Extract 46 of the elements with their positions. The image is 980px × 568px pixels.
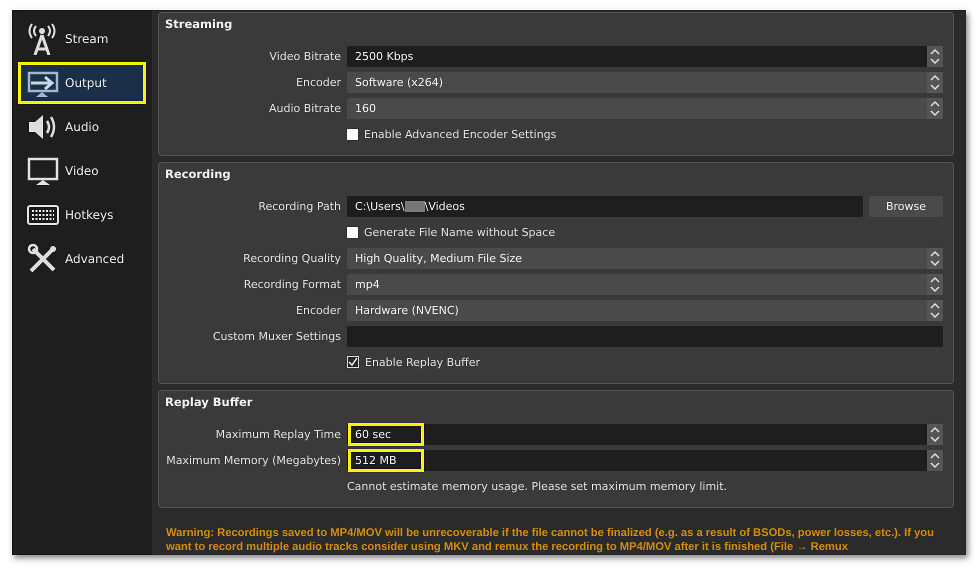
dropdown-arrows-icon[interactable] [927, 300, 943, 320]
spinner-arrows-icon[interactable] [927, 424, 943, 444]
warning-text: Warning: Recordings saved to MP4/MOV will be unrecoverable if the file cannot be finalized (e.g. as a result of BSODs, power losses, etc.). If you want to record multiple audio tracks consider using MKV and remux the recording to MP4/MOV after it is finished (File → Remux [165, 526, 935, 554]
monitor-icon [27, 155, 59, 187]
field-label: Maximum Memory (Megabytes) [165, 454, 341, 466]
sidebar-item[interactable]: Audio [18, 106, 146, 148]
input-field[interactable]: C:\Users\ \Videos [347, 196, 863, 216]
field-label: Recording Path [257, 200, 341, 212]
group-title: Replay Buffer [165, 395, 254, 409]
dropdown[interactable]: 160 [347, 98, 943, 118]
spin-field[interactable]: 2500 Kbps [347, 46, 943, 66]
input-field[interactable] [347, 326, 943, 346]
checkmark-icon [348, 357, 358, 367]
dropdown[interactable]: Hardware (NVENC) [347, 300, 943, 320]
dropdown-arrows-icon[interactable] [927, 274, 943, 294]
sidebar-item[interactable]: Output [18, 62, 146, 104]
spinner-arrows-icon[interactable] [927, 46, 943, 66]
dropdown-arrows-icon[interactable] [927, 72, 943, 92]
dropdown[interactable]: Software (x264) [347, 72, 943, 92]
sidebar-item[interactable]: Advanced [18, 238, 146, 280]
field-label: Encoder [295, 304, 341, 316]
field-label: Custom Muxer Settings [212, 330, 341, 342]
field-label: Encoder [295, 76, 341, 88]
browse-button[interactable]: Browse [869, 196, 943, 216]
field-label: Recording Format [242, 278, 341, 290]
dropdown-arrows-icon[interactable] [927, 248, 943, 268]
spin-field[interactable]: 60 sec [347, 424, 943, 444]
field-label: Video Bitrate [268, 50, 341, 62]
field-label: Audio Bitrate [268, 102, 341, 114]
dropdown[interactable]: High Quality, Medium File Size [347, 248, 943, 268]
sidebar-item[interactable]: Hotkeys [18, 194, 146, 236]
group-title: Streaming [165, 17, 234, 31]
checkbox[interactable]: Enable Replay Buffer [347, 356, 943, 368]
group-title: Recording [165, 167, 232, 181]
checkbox[interactable]: Enable Advanced Encoder Settings [347, 128, 943, 140]
sidebar-item[interactable]: Video [18, 150, 146, 192]
spin-field[interactable]: 512 MB [347, 450, 943, 470]
dropdown-arrows-icon[interactable] [927, 98, 943, 118]
tools-icon [27, 243, 59, 275]
field-label: Recording Quality [242, 252, 341, 264]
spinner-arrows-icon[interactable] [927, 450, 943, 470]
checkbox[interactable]: Generate File Name without Space [347, 226, 943, 238]
sidebar-item[interactable]: Stream [18, 18, 146, 60]
dropdown[interactable]: mp4 [347, 274, 943, 294]
hint-text: Cannot estimate memory usage. Please set maximum memory limit. [347, 480, 728, 492]
field-label: Maximum Replay Time [214, 428, 341, 440]
